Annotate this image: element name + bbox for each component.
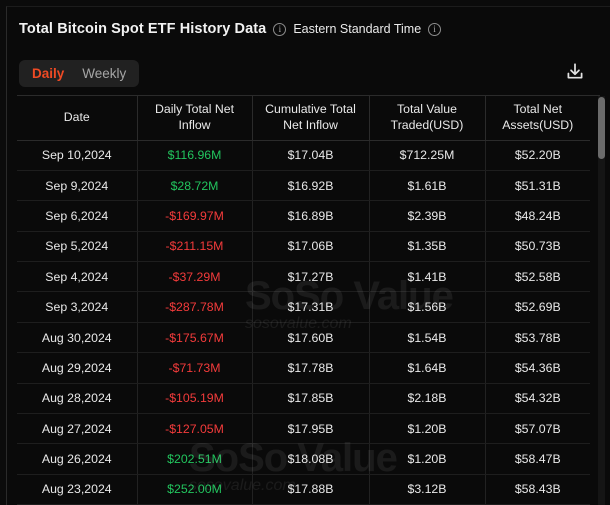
daily-net-inflow-cell: $116.96M (137, 140, 252, 170)
total-value-traded-cell: $2.39B (369, 201, 485, 231)
daily-net-inflow-cell: -$211.15M (137, 231, 252, 261)
date-cell: Sep 6,2024 (17, 201, 137, 231)
cumulative-net-inflow-cell: $17.31B (252, 292, 369, 322)
total-value-traded-cell: $1.64B (369, 353, 485, 383)
daily-net-inflow-cell: -$175.67M (137, 322, 252, 352)
cumulative-net-inflow-cell: $17.95B (252, 414, 369, 444)
total-net-assets-cell: $54.32B (485, 383, 590, 413)
download-icon (564, 61, 586, 83)
cumulative-net-inflow-cell: $17.85B (252, 383, 369, 413)
total-net-assets-cell: $54.36B (485, 353, 590, 383)
cumulative-net-inflow-cell: $17.88B (252, 474, 369, 504)
total-net-assets-cell: $52.58B (485, 262, 590, 292)
daily-net-inflow-cell: -$37.29M (137, 262, 252, 292)
table-row[interactable]: Aug 30,2024-$175.67M$17.60B$1.54B$53.78B (17, 322, 590, 352)
daily-net-inflow-cell: -$105.19M (137, 383, 252, 413)
total-value-traded-cell: $3.12B (369, 474, 485, 504)
period-toggle[interactable]: Daily Weekly (19, 60, 139, 87)
cumulative-net-inflow-cell: $17.06B (252, 231, 369, 261)
date-cell: Aug 23,2024 (17, 474, 137, 504)
column-header-total-value-traded[interactable]: Total Value Traded(USD) (369, 96, 485, 140)
table-row[interactable]: Aug 23,2024$252.00M$17.88B$3.12B$58.43B (17, 474, 590, 504)
total-value-traded-cell: $1.35B (369, 231, 485, 261)
total-net-assets-cell: $58.47B (485, 444, 590, 474)
daily-net-inflow-cell: $202.51M (137, 444, 252, 474)
table-header-row: Date Daily Total Net Inflow Cumulative T… (17, 96, 590, 140)
total-net-assets-cell: $52.69B (485, 292, 590, 322)
date-cell: Aug 26,2024 (17, 444, 137, 474)
etf-history-table: Date Daily Total Net Inflow Cumulative T… (17, 96, 590, 505)
cumulative-net-inflow-cell: $18.08B (252, 444, 369, 474)
column-header-daily-net-inflow[interactable]: Daily Total Net Inflow (137, 96, 252, 140)
date-cell: Sep 3,2024 (17, 292, 137, 322)
total-value-traded-cell: $1.61B (369, 170, 485, 200)
daily-net-inflow-cell: -$287.78M (137, 292, 252, 322)
total-value-traded-cell: $2.18B (369, 383, 485, 413)
cumulative-net-inflow-cell: $17.04B (252, 140, 369, 170)
total-net-assets-cell: $52.20B (485, 140, 590, 170)
daily-net-inflow-cell: -$127.05M (137, 414, 252, 444)
date-cell: Aug 28,2024 (17, 383, 137, 413)
cumulative-net-inflow-cell: $17.27B (252, 262, 369, 292)
table-scrollbar-thumb[interactable] (598, 97, 605, 159)
cumulative-net-inflow-cell: $16.89B (252, 201, 369, 231)
etf-history-panel: Total Bitcoin Spot ETF History Data East… (6, 6, 610, 505)
total-net-assets-cell: $53.78B (485, 322, 590, 352)
table-row[interactable]: Sep 4,2024-$37.29M$17.27B$1.41B$52.58B (17, 262, 590, 292)
column-header-date[interactable]: Date (17, 96, 137, 140)
daily-net-inflow-cell: -$169.97M (137, 201, 252, 231)
table-row[interactable]: Aug 27,2024-$127.05M$17.95B$1.20B$57.07B (17, 414, 590, 444)
date-cell: Aug 29,2024 (17, 353, 137, 383)
column-header-total-net-assets[interactable]: Total Net Assets(USD) (485, 96, 590, 140)
total-net-assets-cell: $57.07B (485, 414, 590, 444)
cumulative-net-inflow-cell: $17.78B (252, 353, 369, 383)
total-value-traded-cell: $1.20B (369, 414, 485, 444)
total-value-traded-cell: $1.56B (369, 292, 485, 322)
etf-history-table-container: SoSo Value sosovalue.com SoSo Value soso… (17, 95, 600, 505)
column-header-cumulative-net-inflow[interactable]: Cumulative Total Net Inflow (252, 96, 369, 140)
table-row[interactable]: Sep 5,2024-$211.15M$17.06B$1.35B$50.73B (17, 231, 590, 261)
table-row[interactable]: Aug 29,2024-$71.73M$17.78B$1.64B$54.36B (17, 353, 590, 383)
total-net-assets-cell: $48.24B (485, 201, 590, 231)
total-net-assets-cell: $51.31B (485, 170, 590, 200)
total-value-traded-cell: $712.25M (369, 140, 485, 170)
daily-net-inflow-cell: $28.72M (137, 170, 252, 200)
table-row[interactable]: Sep 10,2024$116.96M$17.04B$712.25M$52.20… (17, 140, 590, 170)
date-cell: Sep 5,2024 (17, 231, 137, 261)
download-button[interactable] (564, 61, 586, 83)
cumulative-net-inflow-cell: $16.92B (252, 170, 369, 200)
daily-net-inflow-cell: $252.00M (137, 474, 252, 504)
date-cell: Aug 30,2024 (17, 322, 137, 352)
info-circle-icon[interactable] (428, 23, 441, 36)
tab-daily[interactable]: Daily (23, 60, 73, 87)
table-row[interactable]: Aug 28,2024-$105.19M$17.85B$2.18B$54.32B (17, 383, 590, 413)
cumulative-net-inflow-cell: $17.60B (252, 322, 369, 352)
date-cell: Sep 9,2024 (17, 170, 137, 200)
table-header: Date Daily Total Net Inflow Cumulative T… (17, 96, 590, 140)
table-row[interactable]: Sep 9,2024$28.72M$16.92B$1.61B$51.31B (17, 170, 590, 200)
total-value-traded-cell: $1.54B (369, 322, 485, 352)
table-body: Sep 10,2024$116.96M$17.04B$712.25M$52.20… (17, 140, 590, 505)
table-row[interactable]: Sep 6,2024-$169.97M$16.89B$2.39B$48.24B (17, 201, 590, 231)
total-net-assets-cell: $50.73B (485, 231, 590, 261)
total-value-traded-cell: $1.41B (369, 262, 485, 292)
date-cell: Sep 4,2024 (17, 262, 137, 292)
date-cell: Aug 27,2024 (17, 414, 137, 444)
timezone-label: Eastern Standard Time (293, 22, 421, 36)
info-circle-icon[interactable] (273, 23, 286, 36)
tab-weekly[interactable]: Weekly (73, 60, 135, 87)
daily-net-inflow-cell: -$71.73M (137, 353, 252, 383)
total-net-assets-cell: $58.43B (485, 474, 590, 504)
table-row[interactable]: Aug 26,2024$202.51M$18.08B$1.20B$58.47B (17, 444, 590, 474)
total-value-traded-cell: $1.20B (369, 444, 485, 474)
page-title: Total Bitcoin Spot ETF History Data (19, 21, 266, 37)
table-row[interactable]: Sep 3,2024-$287.78M$17.31B$1.56B$52.69B (17, 292, 590, 322)
panel-header: Total Bitcoin Spot ETF History Data East… (19, 21, 448, 37)
date-cell: Sep 10,2024 (17, 140, 137, 170)
